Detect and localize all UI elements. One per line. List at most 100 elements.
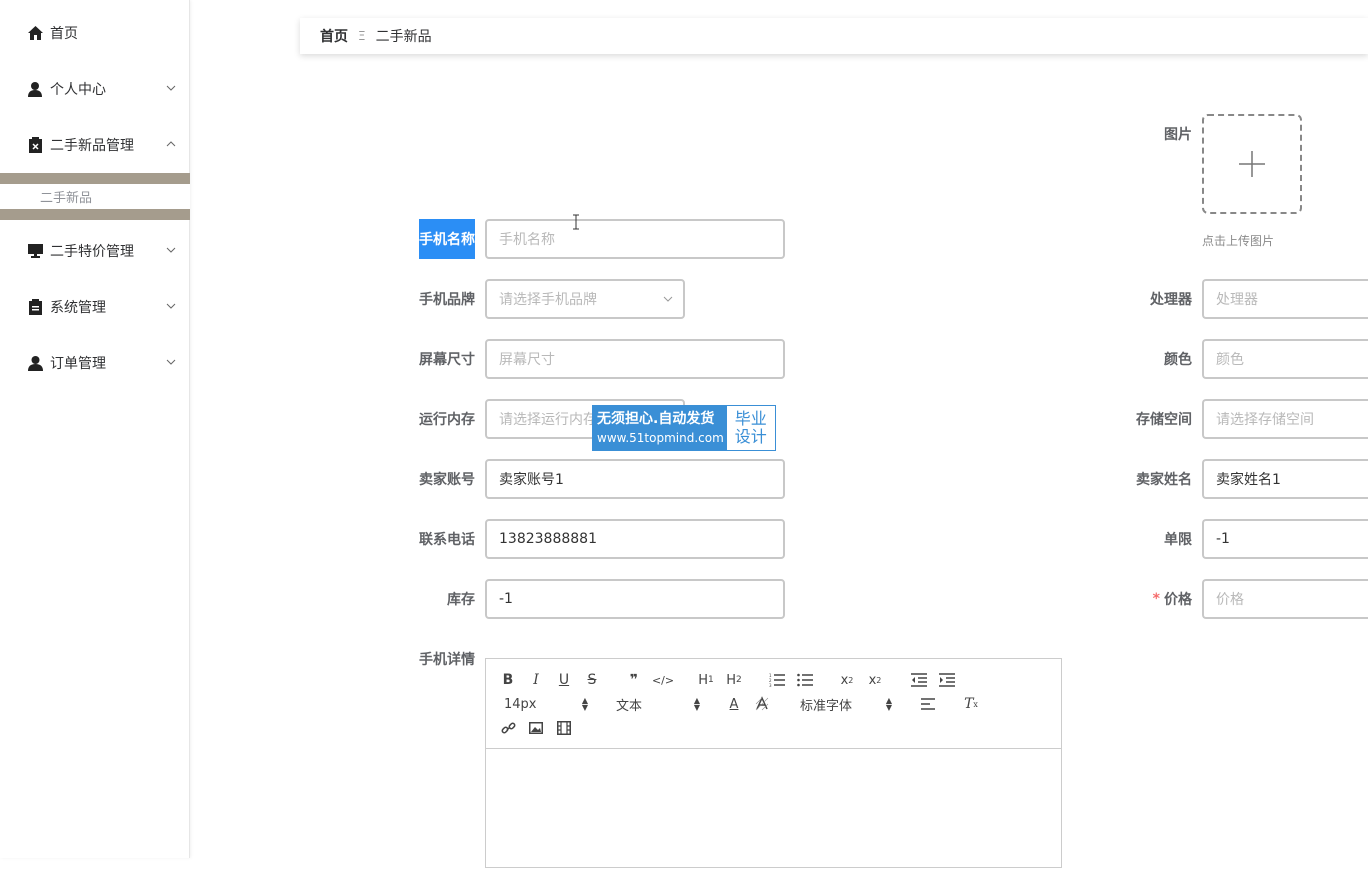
seller-account-value: 卖家账号1 bbox=[499, 472, 564, 488]
strikethrough-icon[interactable]: S bbox=[584, 671, 600, 689]
sidebar-item-label: 个人中心 bbox=[50, 82, 106, 98]
limit-input[interactable]: -1 bbox=[1202, 519, 1368, 559]
screen-size-input[interactable]: 屏幕尺寸 bbox=[485, 339, 785, 379]
ram-placeholder: 请选择运行内存 bbox=[499, 412, 597, 428]
chevron-down-icon bbox=[663, 296, 673, 302]
text-type-value: 文本 bbox=[616, 698, 643, 714]
link-icon[interactable] bbox=[500, 719, 516, 737]
font-size-value: 14px bbox=[504, 696, 537, 712]
editor-toolbar: B I U S ❞ </> H1 H2 123 x2 x2 14px ▲ ▼ 文本… bbox=[486, 659, 1061, 749]
sidebar-subitem-label: 二手新品 bbox=[40, 191, 93, 206]
bullet-list-icon[interactable] bbox=[796, 671, 814, 689]
watermark-line1: 无须担心.自动发货 bbox=[597, 411, 715, 427]
price-label: * 价格 bbox=[1110, 579, 1192, 619]
watermark-line2: www.51topmind.com bbox=[597, 431, 724, 445]
underline-icon[interactable]: U bbox=[556, 671, 572, 689]
heading1-icon[interactable]: H1 bbox=[696, 671, 716, 689]
sidebar-subitem-new-products[interactable]: 二手新品 bbox=[0, 184, 190, 209]
italic-icon[interactable]: I bbox=[528, 671, 544, 689]
code-block-icon[interactable]: </> bbox=[652, 671, 674, 689]
price-label-text: 价格 bbox=[1164, 592, 1192, 608]
phone-brand-label: 手机品牌 bbox=[419, 292, 475, 308]
ram-label: 运行内存 bbox=[419, 412, 475, 428]
sidebar-item-order-management[interactable]: 订单管理 bbox=[0, 335, 190, 391]
image-upload-button[interactable] bbox=[1202, 114, 1302, 214]
processor-input[interactable]: 处理器 bbox=[1202, 279, 1368, 319]
price-input[interactable]: 价格 bbox=[1202, 579, 1368, 619]
breadcrumb-separator: Ξ bbox=[358, 29, 366, 43]
rich-text-editor: B I U S ❞ </> H1 H2 123 x2 x2 14px ▲ ▼ 文本… bbox=[485, 658, 1062, 868]
sidebar: 首页 个人中心 二手新品管理 二手新品 二手特价管理 系统管理 订单管理 bbox=[0, 0, 190, 858]
video-icon[interactable] bbox=[556, 719, 572, 737]
ordered-list-icon[interactable]: 123 bbox=[768, 671, 786, 689]
submenu-divider bbox=[0, 173, 190, 184]
updown-arrow-icon: ▲ ▼ bbox=[693, 696, 700, 712]
seller-account-input[interactable]: 卖家账号1 bbox=[485, 459, 785, 499]
sidebar-item-new-products-management[interactable]: 二手新品管理 bbox=[0, 117, 190, 173]
sidebar-item-label: 订单管理 bbox=[50, 356, 106, 372]
plus-icon bbox=[1239, 151, 1265, 177]
svg-text:3: 3 bbox=[769, 683, 772, 687]
updown-arrow-icon: ▲ ▼ bbox=[581, 696, 588, 712]
superscript-icon[interactable]: x2 bbox=[866, 671, 884, 689]
updown-arrow-icon: ▲ ▼ bbox=[885, 696, 892, 712]
phone-label: 联系电话 bbox=[419, 532, 475, 548]
details-label: 手机详情 bbox=[419, 652, 475, 668]
clipboard-icon bbox=[27, 137, 43, 153]
breadcrumb: 首页 Ξ 二手新品 bbox=[300, 18, 1368, 54]
storage-select[interactable]: 请选择存储空间 bbox=[1202, 399, 1368, 439]
sidebar-item-label: 二手新品管理 bbox=[50, 138, 134, 154]
phone-name-input[interactable]: 手机名称 bbox=[485, 219, 785, 259]
text-type-select[interactable]: 文本 ▲ ▼ bbox=[616, 695, 700, 714]
phone-brand-placeholder: 请选择手机品牌 bbox=[499, 292, 597, 308]
seller-name-label: 卖家姓名 bbox=[1136, 472, 1192, 488]
user-icon bbox=[27, 81, 43, 97]
outdent-icon[interactable] bbox=[910, 671, 928, 689]
breadcrumb-home[interactable]: 首页 bbox=[320, 26, 348, 46]
font-family-select[interactable]: 标准字体 ▲ ▼ bbox=[800, 695, 892, 714]
font-size-select[interactable]: 14px ▲ ▼ bbox=[504, 695, 588, 713]
processor-placeholder: 处理器 bbox=[1216, 292, 1258, 308]
font-family-value: 标准字体 bbox=[800, 698, 853, 714]
indent-icon[interactable] bbox=[938, 671, 956, 689]
seller-name-input[interactable]: 卖家姓名1 bbox=[1202, 459, 1368, 499]
breadcrumb-current: 二手新品 bbox=[375, 29, 432, 45]
color-input[interactable]: 颜色 bbox=[1202, 339, 1368, 379]
screen-size-placeholder: 屏幕尺寸 bbox=[499, 352, 555, 368]
watermark-right1: 毕业 bbox=[734, 409, 767, 428]
limit-value: -1 bbox=[1216, 531, 1230, 547]
document-icon bbox=[27, 299, 43, 315]
sidebar-item-special-price-management[interactable]: 二手特价管理 bbox=[0, 223, 190, 279]
background-color-icon[interactable] bbox=[754, 695, 770, 713]
chevron-down-icon bbox=[166, 303, 176, 309]
sidebar-item-label: 系统管理 bbox=[50, 300, 106, 316]
upload-hint: 点击上传图片 bbox=[1202, 234, 1275, 248]
font-color-icon[interactable]: A bbox=[726, 695, 742, 713]
watermark-badge: 无须担心.自动发货 www.51topmind.com 毕业 设计 bbox=[592, 405, 776, 451]
phone-value: 13823888881 bbox=[499, 531, 597, 547]
phone-input[interactable]: 13823888881 bbox=[485, 519, 785, 559]
bold-icon[interactable]: B bbox=[500, 671, 516, 689]
heading2-icon[interactable]: H2 bbox=[724, 671, 744, 689]
sidebar-item-personal-center[interactable]: 个人中心 bbox=[0, 61, 190, 117]
stock-input[interactable]: -1 bbox=[485, 579, 785, 619]
submenu-divider bbox=[0, 209, 190, 220]
sidebar-item-home[interactable]: 首页 bbox=[0, 5, 190, 61]
chevron-down-icon bbox=[166, 247, 176, 253]
color-placeholder: 颜色 bbox=[1216, 352, 1244, 368]
phone-brand-select[interactable]: 请选择手机品牌 bbox=[485, 279, 685, 319]
processor-label: 处理器 bbox=[1150, 292, 1192, 308]
phone-name-placeholder: 手机名称 bbox=[499, 232, 555, 248]
sidebar-item-system-management[interactable]: 系统管理 bbox=[0, 279, 190, 335]
subscript-icon[interactable]: x2 bbox=[838, 671, 856, 689]
stock-label: 库存 bbox=[447, 592, 475, 608]
align-icon[interactable] bbox=[920, 695, 936, 713]
chevron-up-icon bbox=[166, 141, 176, 147]
color-label: 颜色 bbox=[1164, 352, 1192, 368]
home-icon bbox=[27, 25, 43, 41]
storage-label: 存储空间 bbox=[1136, 412, 1192, 428]
image-icon[interactable] bbox=[528, 719, 544, 737]
blockquote-icon[interactable]: ❞ bbox=[626, 671, 642, 689]
editor-content-area[interactable] bbox=[486, 749, 1061, 869]
clear-format-icon[interactable]: Tx bbox=[962, 695, 980, 713]
